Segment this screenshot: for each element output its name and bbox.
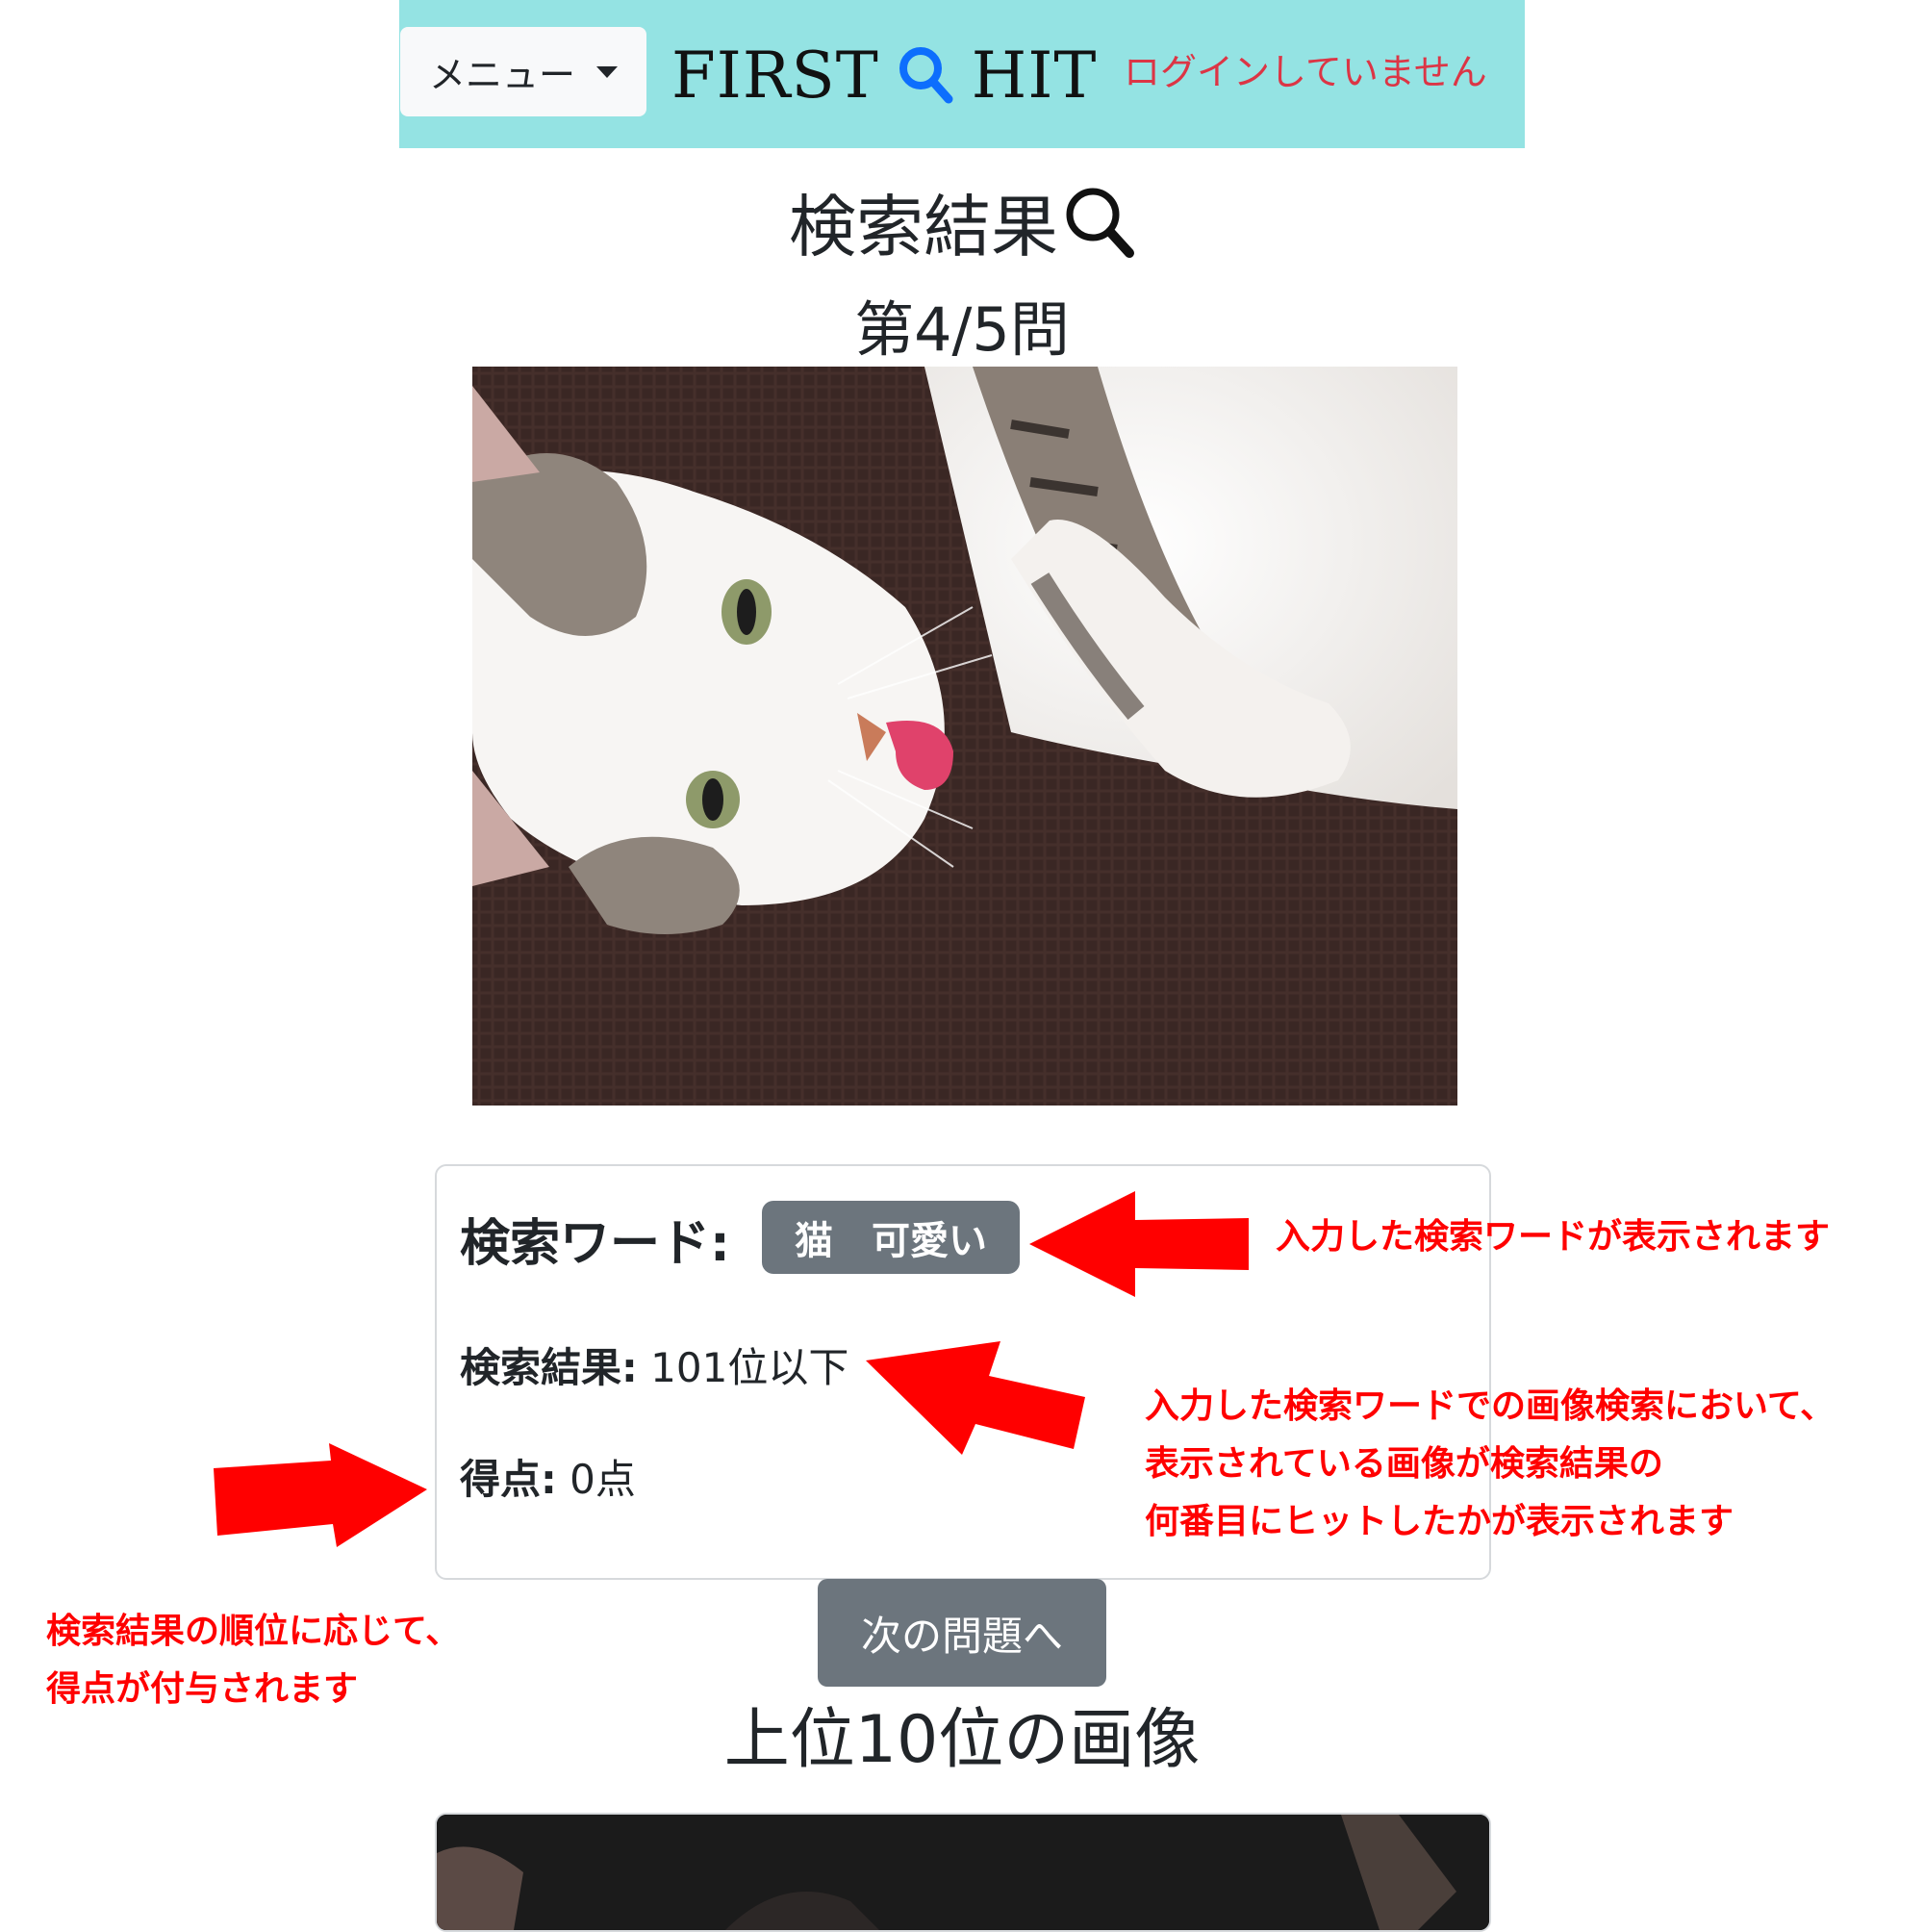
annotation-score-line2: 得点が付与されます [46,1669,359,1709]
next-question-button[interactable]: 次の問題へ [818,1579,1106,1687]
question-counter: 第4/5問 [854,294,1070,365]
menu-label: メニュー [428,54,575,96]
search-result-label: 検索結果: [460,1344,638,1391]
caret-down-icon [596,65,618,78]
search-word-badge: 猫 可愛い [762,1201,1020,1274]
annotation-search-word: 入力した検索ワードが表示されます [1276,1217,1831,1257]
search-icon [899,47,953,104]
search-word-label: 検索ワード: [460,1215,730,1273]
score-row: 得点: 0点 [460,1447,636,1506]
search-result-row: 検索結果: 101位以下 [460,1335,848,1394]
login-status[interactable]: ログインしていません [1124,42,1487,95]
arrow-score [214,1443,427,1547]
annotation-score-line1: 検索結果の順位に応じて、 [46,1612,461,1651]
brand-text-hit: HIT [971,38,1098,113]
magnifier-icon [1066,188,1134,258]
brand-logo[interactable]: FIRST HIT [671,37,1097,114]
page-title: 検索結果 [0,173,1924,270]
score-label: 得点: [460,1456,557,1503]
score-value: 0点 [556,1456,636,1503]
menu-dropdown-button[interactable]: メニュー [400,27,646,116]
question-image [472,367,1457,1106]
brand-text-first: FIRST [671,38,879,113]
annotation-result-line3: 何番目にヒットしたかが表示されます [1145,1502,1734,1541]
arrow-search-word [1029,1191,1249,1297]
page-title-text: 検索結果 [789,188,1058,267]
annotation-result-line2: 表示されている画像が検索結果の [1145,1444,1663,1484]
search-result-value: 101位以下 [637,1344,849,1391]
arrow-search-result [866,1341,1085,1455]
annotation-result-line1: 入力した検索ワードでの画像検索において、 [1145,1386,1835,1426]
top-result-image[interactable] [435,1813,1491,1932]
